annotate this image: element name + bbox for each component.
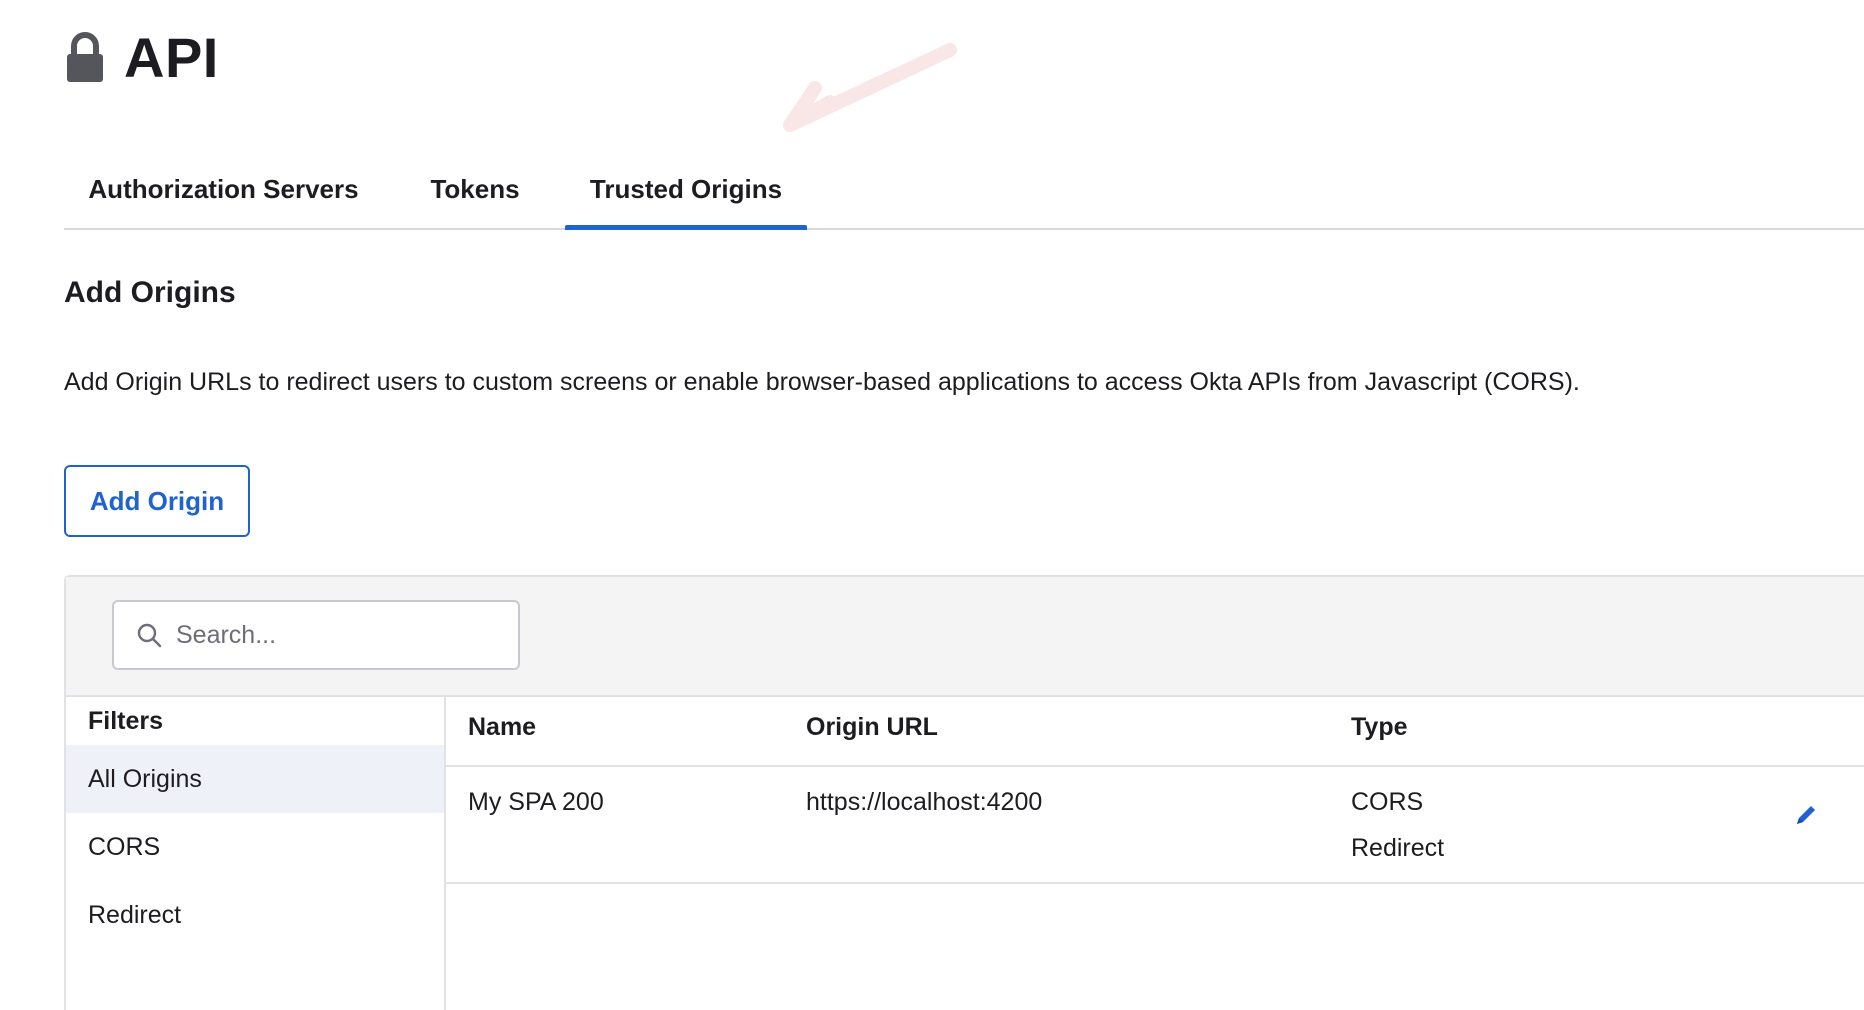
origin-type: CORS Redirect bbox=[1351, 779, 1444, 871]
search-box[interactable] bbox=[112, 600, 520, 670]
tab-authorization-servers[interactable]: Authorization Servers bbox=[86, 150, 361, 228]
filters-title: Filters bbox=[88, 707, 164, 735]
tab-trusted-origins[interactable]: Trusted Origins bbox=[565, 150, 807, 230]
section-title: Add Origins bbox=[64, 276, 236, 309]
search-input[interactable] bbox=[174, 619, 478, 651]
origin-type-redirect: Redirect bbox=[1351, 834, 1445, 862]
filters-sidebar: Filters All Origins CORS Redirect bbox=[66, 695, 446, 1010]
column-header-origin-url[interactable]: Origin URL bbox=[806, 713, 938, 742]
grid-toolbar bbox=[66, 577, 1864, 697]
table-header: Name Origin URL Type bbox=[446, 695, 1864, 767]
decorative-arrow-icon bbox=[783, 43, 957, 132]
origin-url: https://localhost:4200 bbox=[806, 788, 1043, 816]
filter-redirect[interactable]: Redirect bbox=[66, 881, 444, 949]
column-header-type[interactable]: Type bbox=[1351, 713, 1408, 742]
table-row: My SPA 200 https://localhost:4200 CORS R… bbox=[446, 767, 1864, 884]
page: API Authorization Servers Tokens Trusted… bbox=[0, 0, 1864, 1010]
search-icon bbox=[137, 623, 162, 648]
edit-origin-button[interactable] bbox=[1788, 797, 1824, 833]
page-header: API bbox=[64, 30, 219, 86]
pencil-edit-icon bbox=[1797, 806, 1815, 824]
section-description: Add Origin URLs to redirect users to cus… bbox=[64, 368, 1580, 396]
page-title: API bbox=[124, 26, 219, 89]
tab-tokens[interactable]: Tokens bbox=[430, 150, 520, 228]
origins-table: Name Origin URL Type My SPA 200 https://… bbox=[446, 695, 1864, 1010]
filter-cors[interactable]: CORS bbox=[66, 813, 444, 881]
add-origin-button[interactable]: Add Origin bbox=[64, 465, 250, 537]
origins-grid-panel: Filters All Origins CORS Redirect Name O… bbox=[64, 575, 1864, 1010]
origin-name: My SPA 200 bbox=[468, 788, 604, 816]
lock-icon bbox=[67, 32, 103, 82]
tab-bar: Authorization Servers Tokens Trusted Ori… bbox=[64, 150, 1864, 230]
column-header-name[interactable]: Name bbox=[468, 713, 536, 742]
origin-type-cors: CORS bbox=[1351, 788, 1424, 816]
filter-all-origins[interactable]: All Origins bbox=[66, 745, 444, 813]
